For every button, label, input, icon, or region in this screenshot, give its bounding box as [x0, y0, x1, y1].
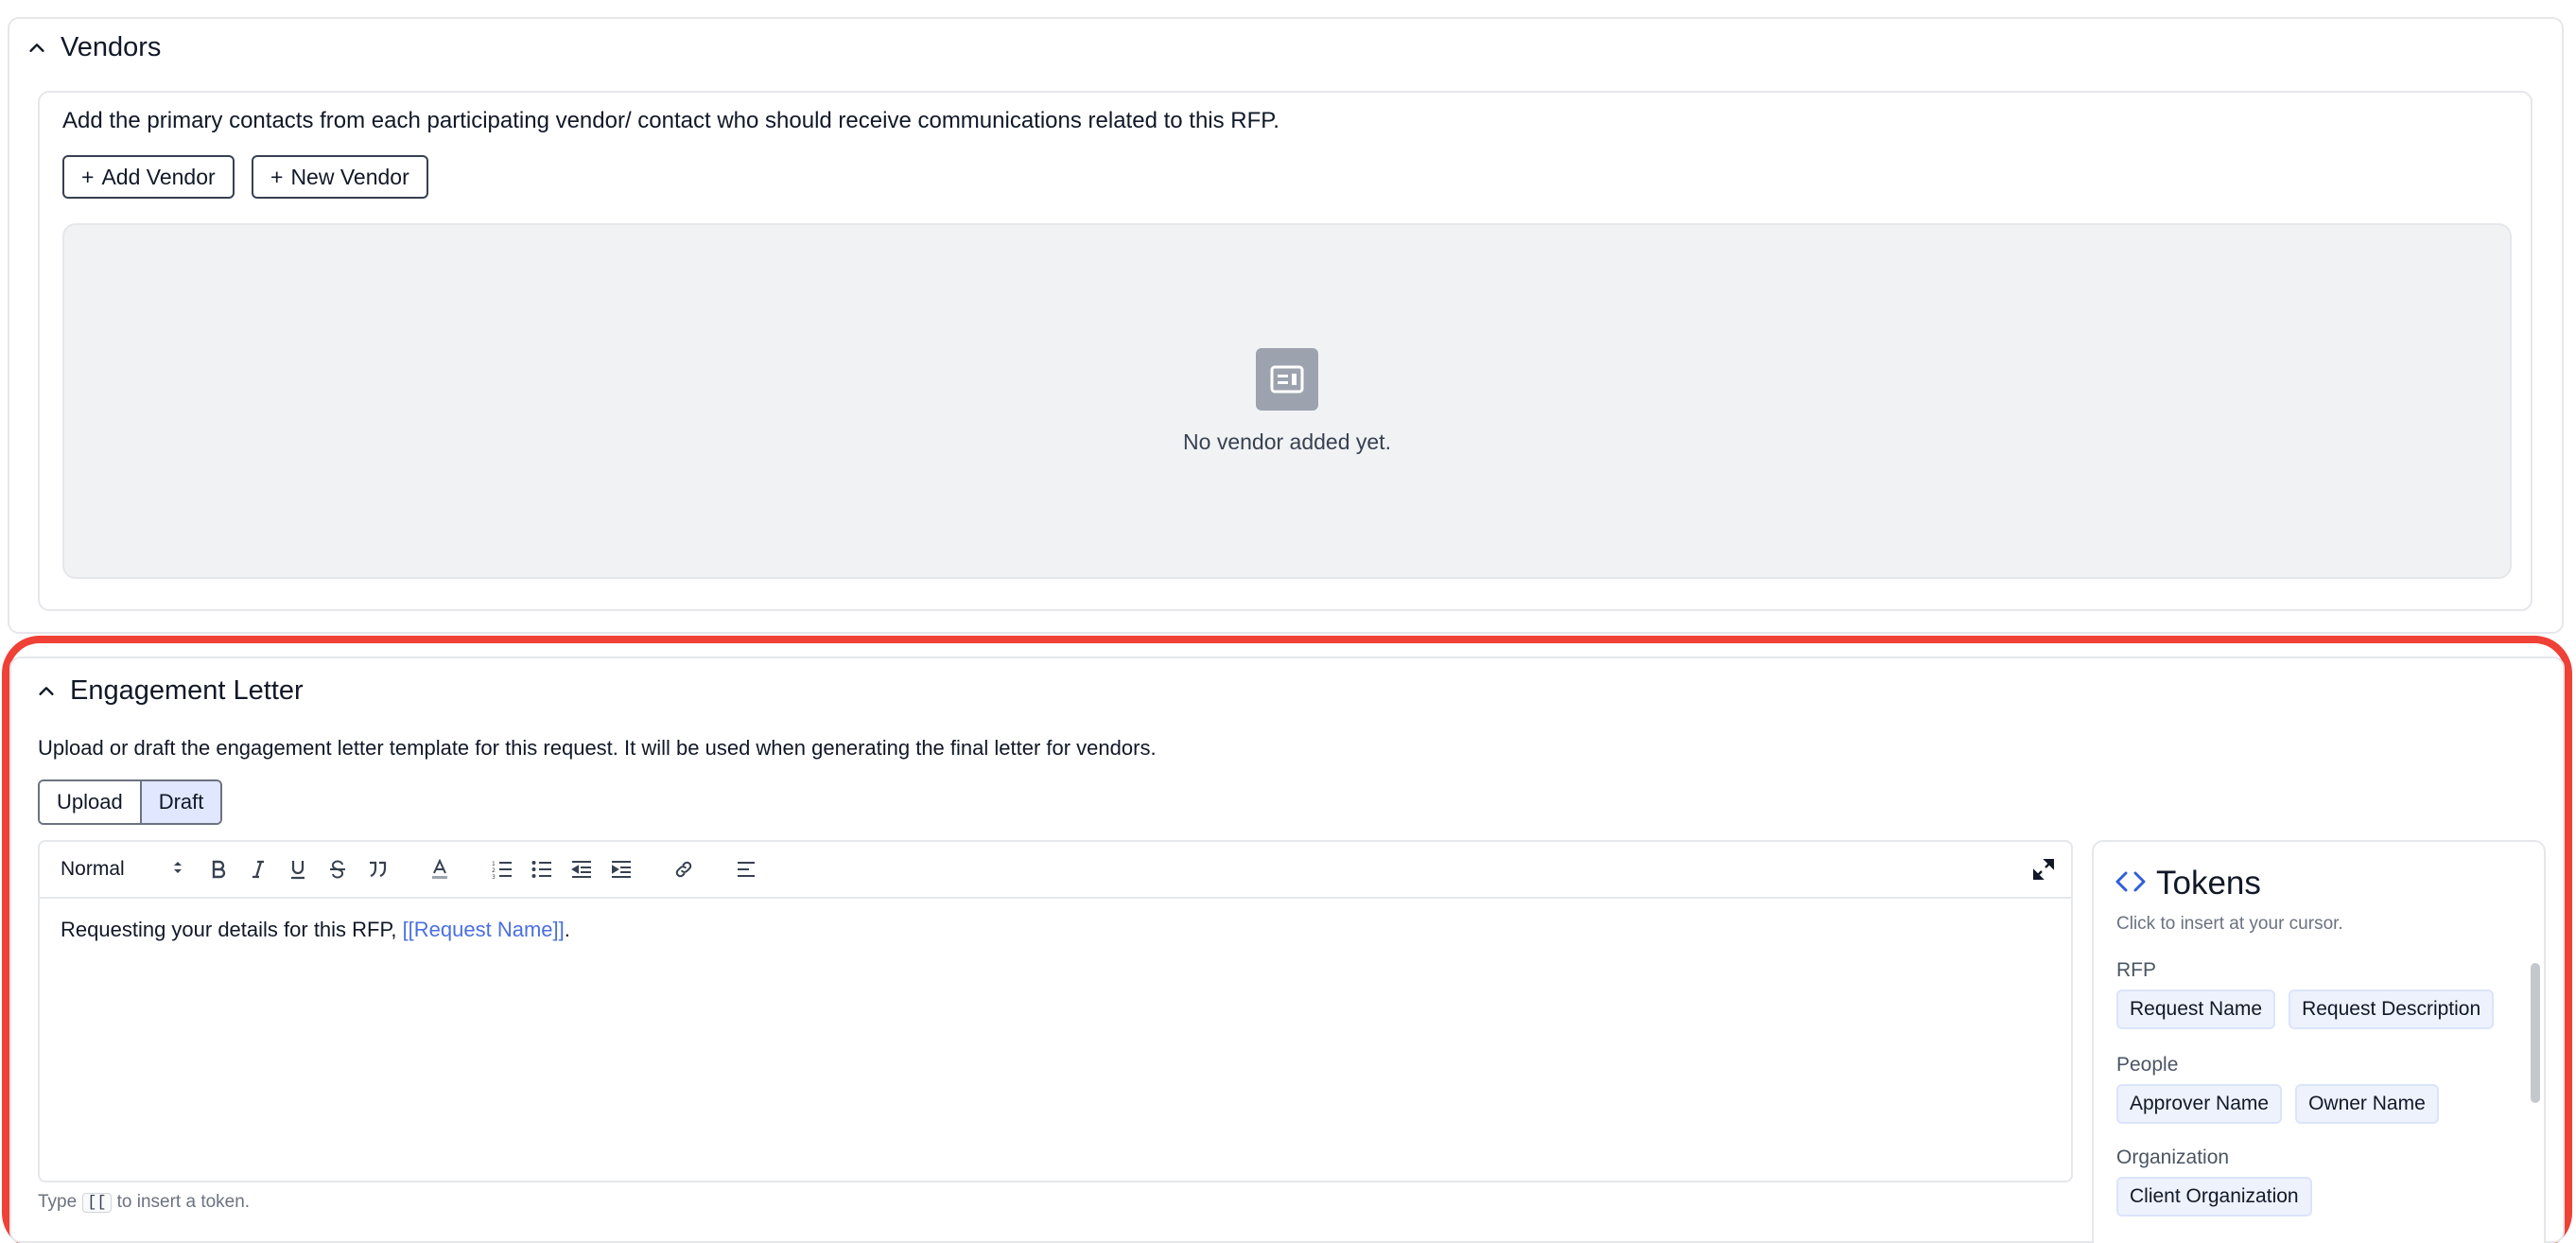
token-group-rfp: RFP [2116, 959, 2156, 981]
token-group-organization: Organization [2116, 1147, 2230, 1168]
vendor-empty-state: No vendor added yet. [62, 223, 2512, 579]
token-hint: Type [[ to insert a token. [38, 1192, 250, 1213]
tokens-scrollbar[interactable] [2531, 963, 2540, 1103]
svg-text:3: 3 [492, 874, 496, 879]
svg-text:2: 2 [492, 867, 496, 874]
tokens-subtitle: Click to insert at your cursor. [2116, 914, 2343, 934]
engagement-title: Engagement Letter [70, 675, 304, 706]
token-row-rfp: Request Name Request Description [2116, 989, 2495, 1029]
underline-icon[interactable] [284, 855, 312, 884]
new-vendor-label: New Vendor [290, 164, 409, 189]
select-arrows-icon [172, 858, 183, 881]
editor-body-end: . [564, 918, 570, 941]
empty-list-icon [1256, 347, 1318, 411]
add-vendor-label: Add Vendor [101, 164, 216, 189]
text-color-icon[interactable] [426, 855, 454, 884]
outdent-icon[interactable] [567, 855, 596, 884]
vendors-header[interactable]: Vendors [25, 32, 161, 63]
chevron-up-icon[interactable] [25, 36, 49, 61]
tokens-header: Tokens [2115, 865, 2261, 902]
token-row-organization: Client Organization [2116, 1177, 2312, 1217]
block-style-select[interactable]: Normal [61, 858, 183, 881]
bold-icon[interactable] [204, 855, 233, 884]
letter-editor: Normal 123 Requesting your details for t… [38, 840, 2073, 1182]
token-row-people: Approver Name Owner Name [2116, 1084, 2439, 1124]
upload-draft-toggle: Upload Draft [38, 779, 223, 825]
tokens-panel: Tokens Click to insert at your cursor. R… [2092, 840, 2546, 1243]
ordered-list-icon[interactable]: 123 [488, 855, 516, 884]
italic-icon[interactable] [244, 855, 272, 884]
vendors-panel: Add the primary contacts from each parti… [38, 91, 2532, 611]
add-vendor-button[interactable]: + Add Vendor [62, 155, 235, 199]
link-icon[interactable] [670, 855, 698, 884]
empty-state-text: No vendor added yet. [1183, 429, 1391, 454]
new-vendor-button[interactable]: + New Vendor [252, 155, 428, 199]
inline-token: [[Request Name]] [402, 918, 565, 941]
token-chip-approver-name[interactable]: Approver Name [2116, 1084, 2283, 1124]
vendors-title: Vendors [61, 32, 162, 62]
tokens-title: Tokens [2156, 865, 2261, 902]
token-chip-client-organization[interactable]: Client Organization [2116, 1177, 2312, 1217]
editor-content[interactable]: Requesting your details for this RFP, [[… [40, 899, 2071, 961]
token-chip-request-name[interactable]: Request Name [2116, 989, 2276, 1029]
plus-icon: + [270, 164, 284, 189]
upload-tab[interactable]: Upload [40, 781, 140, 823]
expand-icon[interactable] [2029, 855, 2058, 884]
token-group-people: People [2116, 1054, 2179, 1076]
chevron-up-icon[interactable] [34, 679, 59, 704]
token-chip-request-description[interactable]: Request Description [2289, 989, 2495, 1029]
plus-icon: + [81, 164, 95, 189]
vendors-description: Add the primary contacts from each parti… [62, 108, 1279, 133]
hint-key: [[ [82, 1192, 112, 1213]
bullet-list-icon[interactable] [528, 855, 556, 884]
editor-body-text: Requesting your details for this RFP, [61, 918, 403, 941]
engagement-description: Upload or draft the engagement letter te… [38, 736, 1157, 760]
indent-icon[interactable] [607, 855, 635, 884]
code-brackets-icon [2115, 870, 2147, 898]
editor-toolbar: Normal 123 [40, 842, 2071, 899]
block-style-value: Normal [61, 858, 125, 880]
blockquote-icon[interactable] [363, 855, 392, 884]
svg-text:1: 1 [492, 861, 496, 867]
token-chip-owner-name[interactable]: Owner Name [2295, 1084, 2439, 1124]
strikethrough-icon[interactable] [323, 855, 352, 884]
engagement-header[interactable]: Engagement Letter [34, 675, 304, 707]
align-left-icon[interactable] [732, 855, 760, 884]
draft-tab[interactable]: Draft [139, 781, 221, 823]
hint-prefix: Type [38, 1192, 78, 1212]
hint-suffix: to insert a token. [116, 1192, 251, 1212]
